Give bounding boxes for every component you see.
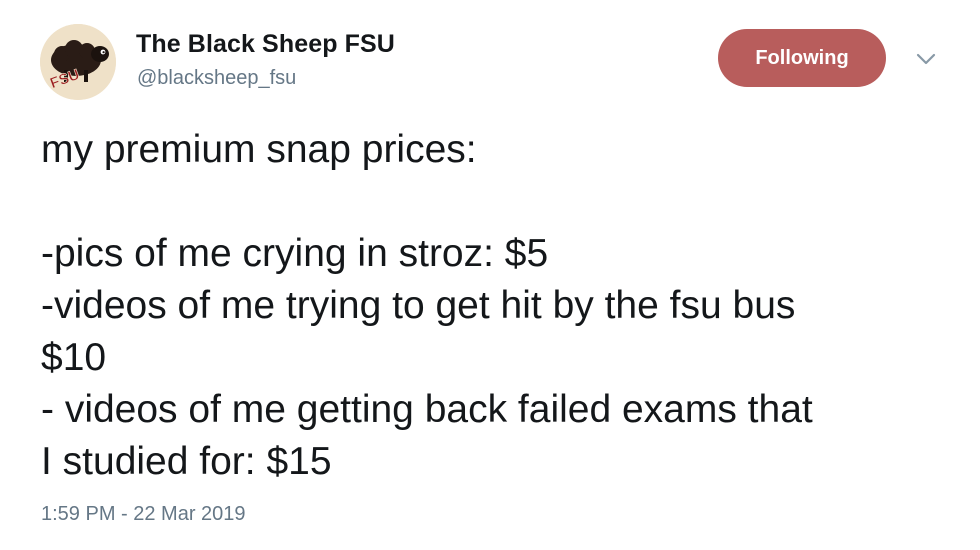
tweet-line: [41, 176, 961, 228]
following-button[interactable]: Following: [718, 29, 886, 87]
tweet-line: - videos of me getting back failed exams…: [41, 388, 813, 431]
chevron-down-icon[interactable]: [914, 50, 938, 68]
tweet-text: my premium snap prices: -pics of me cryi…: [41, 124, 961, 488]
tweet-line: -pics of me crying in stroz: $5: [41, 232, 549, 275]
tweet-line: I studied for: $15: [41, 440, 332, 483]
user-handle[interactable]: @blacksheep_fsu: [137, 67, 296, 90]
tweet-line: $10: [41, 336, 107, 379]
tweet-line: -videos of me trying to get hit by the f…: [41, 284, 796, 327]
avatar[interactable]: FSU: [40, 24, 116, 100]
sheep-logo-icon: FSU: [40, 24, 116, 100]
display-name[interactable]: The Black Sheep FSU: [136, 30, 395, 59]
tweet-line: my premium snap prices:: [41, 128, 477, 171]
tweet-card: FSU The Black Sheep FSU @blacksheep_fsu …: [0, 0, 980, 550]
tweet-timestamp[interactable]: 1:59 PM - 22 Mar 2019: [41, 503, 246, 526]
